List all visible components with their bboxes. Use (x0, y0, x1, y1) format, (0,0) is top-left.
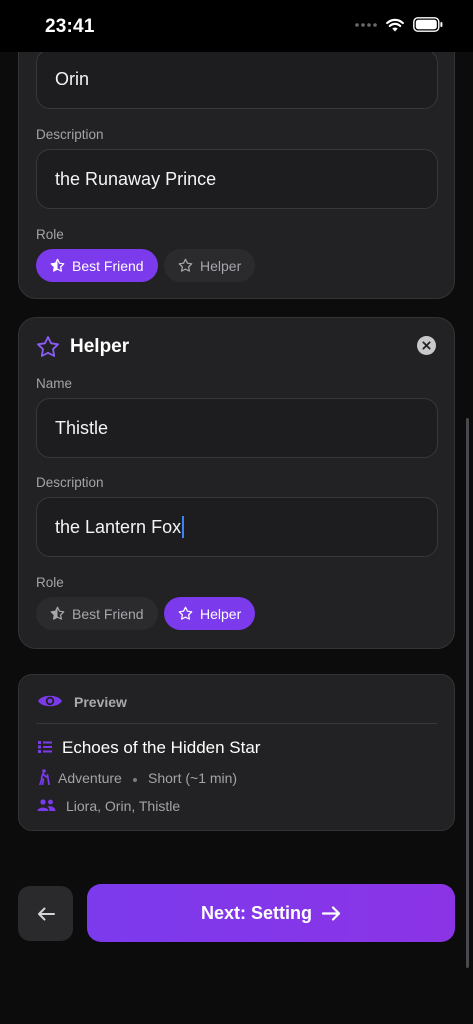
role-chip-label: Best Friend (72, 257, 144, 274)
preview-length: Short (~1 min) (148, 770, 238, 786)
arrow-right-icon (322, 905, 341, 921)
character-card-best-friend: Orin Description the Runaway Prince Role… (18, 52, 455, 299)
description-label: Description (36, 475, 104, 490)
star-icon (178, 258, 193, 272)
remove-character-button[interactable] (417, 336, 436, 355)
half-star-icon (50, 258, 65, 272)
name-input[interactable]: Thistle (36, 398, 438, 458)
role-chip-label: Helper (200, 605, 242, 622)
role-chip-helper[interactable]: Helper (164, 249, 256, 282)
list-icon (38, 741, 52, 753)
separator-dot (133, 778, 137, 782)
card-title: Helper (70, 336, 130, 357)
role-label: Role (36, 227, 64, 242)
arrow-left-icon (37, 907, 55, 920)
star-icon (37, 336, 59, 357)
status-time: 23:41 (45, 16, 95, 37)
preview-story-title: Echoes of the Hidden Star (62, 738, 261, 757)
close-icon (422, 341, 431, 350)
role-chip-best-friend[interactable]: Best Friend (36, 249, 158, 282)
story-preview-card: Preview Echoes of the Hidden Star Advent… (18, 674, 455, 831)
description-label: Description (36, 127, 104, 142)
character-card-helper: Helper Name Thistle Description the Lant… (18, 317, 455, 649)
battery-icon (413, 17, 443, 32)
scrollbar[interactable] (466, 418, 469, 968)
name-value: Thistle (55, 417, 109, 438)
signal-icon (355, 22, 377, 27)
people-icon (37, 799, 56, 811)
wifi-icon (386, 18, 404, 31)
name-input[interactable]: Orin (36, 52, 438, 109)
next-button-label: Next: Setting (200, 902, 312, 923)
status-icons (355, 17, 443, 32)
role-chip-helper[interactable]: Helper (164, 597, 256, 630)
back-button[interactable] (18, 886, 73, 941)
description-value: the Lantern Fox (55, 516, 182, 537)
form-scroll-area[interactable]: Orin Description the Runaway Prince Role… (0, 52, 473, 1024)
hiking-icon (39, 769, 50, 785)
role-chip-best-friend[interactable]: Best Friend (36, 597, 158, 630)
preview-characters: Liora, Orin, Thistle (66, 798, 181, 814)
role-chip-label: Best Friend (72, 605, 144, 622)
description-input[interactable]: the Runaway Prince (36, 149, 438, 209)
star-icon (178, 606, 193, 620)
next-setting-button[interactable]: Next: Setting (87, 884, 455, 942)
name-label: Name (36, 376, 73, 391)
description-value: the Runaway Prince (55, 168, 217, 189)
half-star-icon (50, 606, 65, 620)
description-input[interactable]: the Lantern Fox (36, 497, 438, 557)
preview-heading: Preview (74, 694, 127, 710)
divider (36, 723, 437, 724)
status-bar: 23:41 (0, 0, 473, 52)
preview-genre: Adventure (58, 770, 122, 786)
role-label: Role (36, 575, 64, 590)
name-value: Orin (55, 68, 90, 89)
text-caret (182, 516, 185, 538)
role-chip-label: Helper (200, 257, 242, 274)
eye-icon (38, 695, 62, 707)
